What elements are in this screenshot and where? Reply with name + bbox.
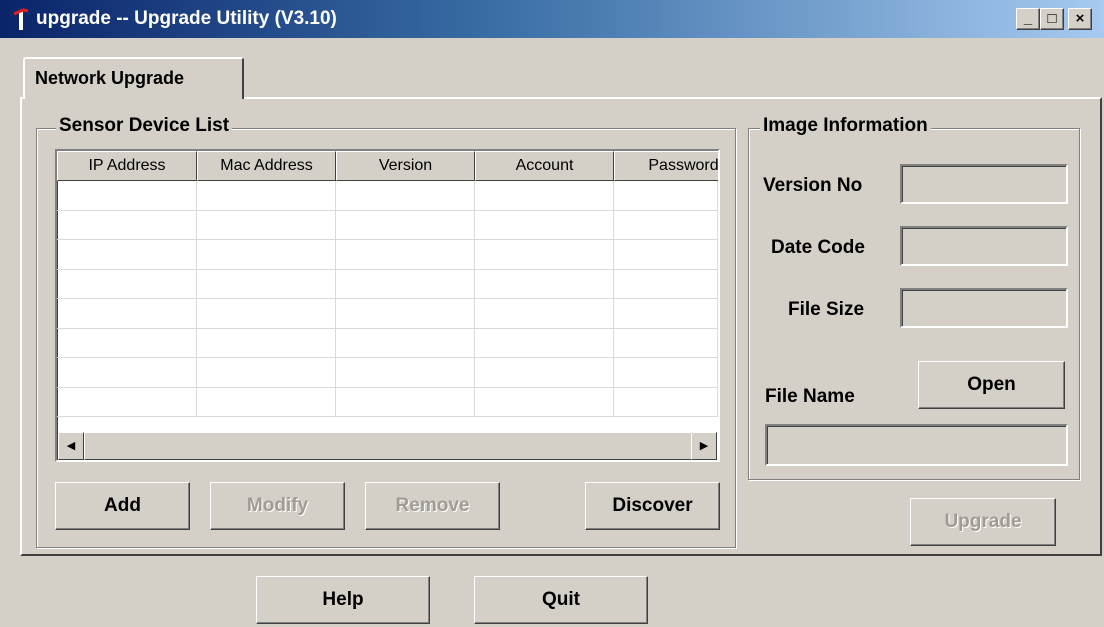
table-row[interactable] (57, 240, 718, 270)
table-cell (614, 328, 718, 357)
table-cell (614, 299, 718, 328)
table-cell (197, 210, 336, 239)
quit-button[interactable]: Quit (474, 576, 648, 624)
table-cell (57, 299, 197, 328)
scroll-left-button[interactable]: ◀ (58, 432, 84, 460)
table-cell (197, 299, 336, 328)
table-cell (614, 240, 718, 269)
table-row[interactable] (57, 328, 718, 358)
table-cell (57, 358, 197, 387)
scroll-thumb[interactable] (84, 432, 701, 460)
title-bar[interactable]: upgrade -- Upgrade Utility (V3.10) _ □ × (0, 0, 1104, 38)
open-button[interactable]: Open (918, 361, 1065, 409)
close-button[interactable]: × (1068, 8, 1092, 30)
table-cell (336, 299, 475, 328)
minimize-button[interactable]: _ (1016, 8, 1040, 30)
table-cell (336, 387, 475, 416)
table-cell (336, 181, 475, 210)
date-code-label: Date Code (771, 237, 865, 258)
date-code-field (900, 226, 1068, 266)
table-cell (475, 299, 614, 328)
file-size-label: File Size (788, 299, 865, 320)
table-cell (57, 181, 197, 210)
col-password[interactable]: Password (614, 151, 718, 181)
col-mac-address[interactable]: Mac Address (197, 151, 336, 181)
arrow-right-icon: ▶ (699, 440, 709, 452)
version-no-label: Version No (763, 175, 863, 196)
maximize-button[interactable]: □ (1040, 8, 1064, 30)
table-cell (614, 181, 718, 210)
table-cell (475, 269, 614, 298)
list-header: IP Address Mac Address Version Account P… (57, 151, 718, 181)
table-cell (475, 358, 614, 387)
table-cell (57, 328, 197, 357)
upgrade-button[interactable]: Upgrade (910, 498, 1056, 546)
table-cell (197, 358, 336, 387)
version-no-field (900, 164, 1068, 204)
sensor-device-list-title: Sensor Device List (56, 115, 233, 137)
tab-network-upgrade[interactable]: Network Upgrade (23, 57, 244, 99)
file-name-field (765, 424, 1068, 466)
close-icon: × (1075, 10, 1085, 27)
image-information-title: Image Information (760, 115, 931, 137)
window-title: upgrade -- Upgrade Utility (V3.10) (36, 8, 337, 29)
table-cell (197, 240, 336, 269)
table-cell (336, 358, 475, 387)
col-ip-address[interactable]: IP Address (57, 151, 197, 181)
remove-button[interactable]: Remove (365, 482, 500, 530)
table-cell (614, 387, 718, 416)
table-cell (57, 240, 197, 269)
file-size-field (900, 288, 1068, 328)
table-row[interactable] (57, 358, 718, 388)
table-row[interactable] (57, 299, 718, 329)
app-icon (10, 8, 32, 32)
scroll-right-button[interactable]: ▶ (691, 432, 717, 460)
minimize-icon: _ (1023, 10, 1033, 27)
table-cell (57, 269, 197, 298)
table-cell (57, 387, 197, 416)
table-cell (475, 328, 614, 357)
table-cell (614, 210, 718, 239)
table-cell (336, 328, 475, 357)
table-row[interactable] (57, 210, 718, 240)
add-button[interactable]: Add (55, 482, 190, 530)
table-cell (475, 181, 614, 210)
maximize-icon: □ (1047, 10, 1057, 27)
table-cell (197, 269, 336, 298)
table-cell (336, 240, 475, 269)
table-cell (57, 210, 197, 239)
discover-button[interactable]: Discover (585, 482, 720, 530)
table-cell (475, 387, 614, 416)
arrow-left-icon: ◀ (66, 440, 76, 452)
col-version[interactable]: Version (336, 151, 475, 181)
table-cell (336, 269, 475, 298)
table-cell (475, 210, 614, 239)
table-cell (336, 210, 475, 239)
horizontal-scrollbar[interactable]: ◀ ▶ (58, 432, 717, 460)
table-cell (197, 328, 336, 357)
table-cell (475, 240, 614, 269)
modify-button[interactable]: Modify (210, 482, 345, 530)
table-row[interactable] (57, 387, 718, 417)
table-row[interactable] (57, 269, 718, 299)
table-cell (197, 387, 336, 416)
help-button[interactable]: Help (256, 576, 430, 624)
table-cell (614, 358, 718, 387)
device-list-view[interactable]: IP Address Mac Address Version Account P… (55, 149, 720, 462)
table-row[interactable] (57, 181, 718, 211)
col-account[interactable]: Account (475, 151, 614, 181)
list-rows (57, 181, 718, 431)
table-cell (197, 181, 336, 210)
table-cell (614, 269, 718, 298)
file-name-label: File Name (765, 386, 855, 407)
tab-label: Network Upgrade (35, 68, 185, 88)
